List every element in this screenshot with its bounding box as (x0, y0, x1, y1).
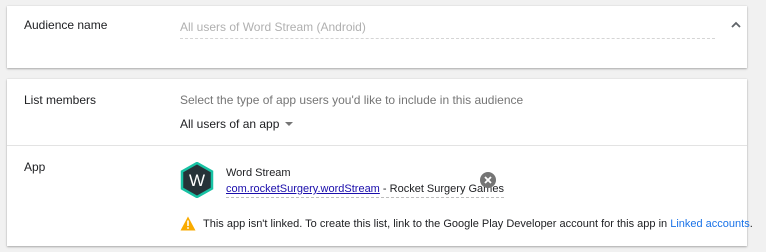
list-members-card: List members Select the type of app user… (7, 79, 753, 246)
app-label: App (24, 160, 46, 174)
linked-accounts-link[interactable]: Linked accounts (670, 218, 750, 230)
app-users-type-value: All users of an app (180, 117, 280, 131)
app-name: Word Stream (226, 167, 291, 179)
chevron-up-icon[interactable] (729, 18, 743, 32)
warning-message-end: . (749, 218, 753, 230)
audience-name-label: Audience name (24, 18, 108, 32)
app-details-separator: - (379, 183, 390, 195)
list-members-label: List members (24, 93, 97, 107)
close-circle-icon[interactable] (480, 172, 496, 188)
audience-name-card: Audience name (7, 6, 747, 68)
app-icon: W (179, 161, 215, 199)
dropdown-arrow-icon (285, 122, 294, 126)
list-members-help-text: Select the type of app users you'd like … (180, 93, 524, 107)
app-users-type-select[interactable]: All users of an app (180, 115, 294, 133)
app-details: com.rocketSurgery.wordStream - Rocket Su… (226, 183, 504, 198)
section-divider (7, 145, 747, 146)
warning-message-text: This app isn't linked. To create this li… (203, 218, 671, 230)
warning-icon (180, 216, 196, 231)
warning-message: This app isn't linked. To create this li… (203, 218, 753, 230)
app-package-link[interactable]: com.rocketSurgery.wordStream (226, 183, 380, 195)
audience-name-input[interactable] (180, 16, 715, 39)
app-icon-letter: W (189, 171, 205, 190)
